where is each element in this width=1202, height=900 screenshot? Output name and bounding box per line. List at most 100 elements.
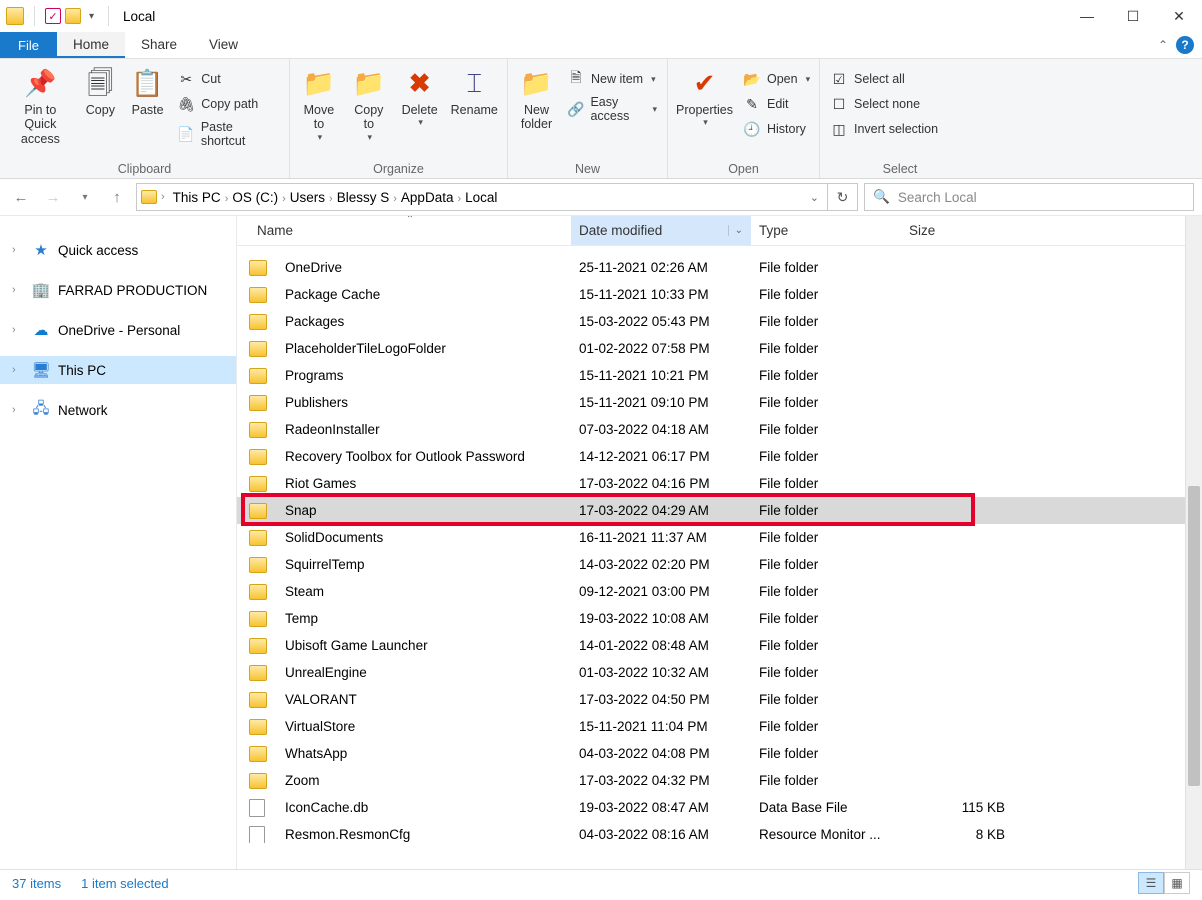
navitem-thispc[interactable]: › 🖥 This PC — [0, 356, 236, 384]
breadcrumb-segment[interactable]: This PC — [169, 190, 225, 205]
details-view-button[interactable]: ☰ — [1138, 872, 1164, 894]
copy-button[interactable]: 🗐 Copy — [79, 63, 122, 121]
copyto-button[interactable]: 📁 Copy to▾ — [346, 63, 392, 146]
view-toggle: ☰ ▦ — [1138, 872, 1190, 894]
invertselection-button[interactable]: ◫Invert selection — [826, 117, 942, 141]
tab-file[interactable]: File — [0, 32, 57, 58]
file-row[interactable]: RadeonInstaller07-03-2022 04:18 AMFile f… — [237, 416, 1202, 443]
selectnone-button[interactable]: ☐Select none — [826, 92, 942, 116]
status-bar: 37 items 1 item selected ☰ ▦ — [0, 869, 1202, 896]
tab-view[interactable]: View — [193, 32, 254, 58]
delete-icon: ✖ — [403, 67, 437, 101]
column-header-size[interactable]: Size — [901, 216, 1021, 245]
navitem-quickaccess[interactable]: › ★ Quick access — [0, 236, 236, 264]
file-row[interactable]: SolidDocuments16-11-2021 11:37 AMFile fo… — [237, 524, 1202, 551]
file-row[interactable]: OneDrive25-11-2021 02:26 AMFile folder — [237, 254, 1202, 281]
file-row[interactable]: IconCache.db19-03-2022 08:47 AMData Base… — [237, 794, 1202, 821]
expand-icon[interactable]: › — [12, 404, 24, 416]
pasteshortcut-button[interactable]: 📄Paste shortcut — [173, 117, 283, 151]
file-name: Resmon.ResmonCfg — [285, 827, 571, 842]
tab-share[interactable]: Share — [125, 32, 193, 58]
column-header-type[interactable]: Type — [751, 216, 901, 245]
chevron-down-icon[interactable]: ⌄ — [728, 225, 743, 236]
file-date: 15-03-2022 05:43 PM — [571, 314, 751, 329]
folder-icon — [249, 368, 267, 384]
tab-home[interactable]: Home — [57, 32, 125, 58]
file-row[interactable]: Resmon.ResmonCfg04-03-2022 08:16 AMResou… — [237, 821, 1202, 843]
file-row[interactable]: UnrealEngine01-03-2022 10:32 AMFile fold… — [237, 659, 1202, 686]
address-dropdown-icon[interactable]: ⌄ — [802, 191, 827, 204]
refresh-button[interactable]: ↻ — [828, 183, 858, 211]
nav-back-button[interactable]: ← — [8, 184, 34, 210]
file-row[interactable]: Zoom17-03-2022 04:32 PMFile folder — [237, 767, 1202, 794]
file-row[interactable]: Programs15-11-2021 10:21 PMFile folder — [237, 362, 1202, 389]
file-type: File folder — [751, 557, 901, 572]
breadcrumb-segment[interactable]: OS (C:) — [228, 190, 282, 205]
file-date: 04-03-2022 04:08 PM — [571, 746, 751, 761]
file-row[interactable]: VirtualStore15-11-2021 11:04 PMFile fold… — [237, 713, 1202, 740]
ribbon-collapse-icon[interactable]: ⌃ — [1158, 38, 1168, 52]
navitem-onedrive[interactable]: › ☁ OneDrive - Personal — [0, 316, 236, 344]
file-row[interactable]: Recovery Toolbox for Outlook Password14-… — [237, 443, 1202, 470]
pin-quickaccess-button[interactable]: 📌 Pin to Quick access — [6, 63, 75, 150]
address-bar[interactable]: › This PC›OS (C:)›Users›Blessy S›AppData… — [136, 183, 828, 211]
nav-recent-button[interactable]: ▾ — [72, 184, 98, 210]
file-row[interactable]: Temp19-03-2022 10:08 AMFile folder — [237, 605, 1202, 632]
nav-up-button[interactable]: ↑ — [104, 184, 130, 210]
open-button[interactable]: 📂Open▾ — [739, 67, 814, 91]
vertical-scrollbar[interactable] — [1185, 216, 1202, 869]
column-header-name[interactable]: Name ⌃ — [249, 216, 571, 245]
cut-button[interactable]: ✂Cut — [173, 67, 283, 91]
history-button[interactable]: 🕘History — [739, 117, 814, 141]
expand-icon[interactable]: › — [12, 364, 24, 376]
nav-forward-button[interactable]: → — [40, 184, 66, 210]
file-row[interactable]: SquirrelTemp14-03-2022 02:20 PMFile fold… — [237, 551, 1202, 578]
expand-icon[interactable]: › — [12, 284, 24, 296]
navitem-farrad[interactable]: › 🏢 FARRAD PRODUCTION — [0, 276, 236, 304]
file-row[interactable]: Package Cache15-11-2021 10:33 PMFile fol… — [237, 281, 1202, 308]
file-row[interactable]: WhatsApp04-03-2022 04:08 PMFile folder — [237, 740, 1202, 767]
newfolder-button[interactable]: 📁 New folder — [514, 63, 559, 136]
qat-properties-icon[interactable]: ✓ — [45, 8, 61, 24]
properties-button[interactable]: ✔ Properties▾ — [674, 63, 735, 132]
easyaccess-icon: 🔗 — [567, 100, 584, 118]
file-row[interactable]: Steam09-12-2021 03:00 PMFile folder — [237, 578, 1202, 605]
navitem-network[interactable]: › 🖧 Network — [0, 396, 236, 424]
expand-icon[interactable]: › — [12, 244, 24, 256]
close-button[interactable]: ✕ — [1156, 0, 1202, 32]
file-row[interactable]: VALORANT17-03-2022 04:50 PMFile folder — [237, 686, 1202, 713]
maximize-button[interactable]: ☐ — [1110, 0, 1156, 32]
paste-button[interactable]: 📋 Paste — [126, 63, 169, 121]
qat-customize-icon[interactable]: ▾ — [85, 11, 98, 22]
file-row[interactable]: Ubisoft Game Launcher14-01-2022 08:48 AM… — [237, 632, 1202, 659]
minimize-button[interactable]: ― — [1064, 0, 1110, 32]
open-icon: 📂 — [743, 70, 761, 88]
chevron-right-icon[interactable]: › — [161, 191, 165, 203]
expand-icon[interactable]: › — [12, 324, 24, 336]
file-row[interactable]: Riot Games17-03-2022 04:16 PMFile folder — [237, 470, 1202, 497]
column-header-date[interactable]: Date modified ⌄ — [571, 216, 751, 245]
selectall-button[interactable]: ☑Select all — [826, 67, 942, 91]
file-name: PlaceholderTileLogoFolder — [285, 341, 571, 356]
largeicons-view-button[interactable]: ▦ — [1164, 872, 1190, 894]
file-row[interactable]: Publishers15-11-2021 09:10 PMFile folder — [237, 389, 1202, 416]
delete-button[interactable]: ✖ Delete▾ — [396, 63, 444, 132]
file-row[interactable]: Packages15-03-2022 05:43 PMFile folder — [237, 308, 1202, 335]
moveto-button[interactable]: 📁 Move to▾ — [296, 63, 342, 146]
file-row-clipped[interactable] — [237, 246, 1202, 254]
breadcrumb-segment[interactable]: Local — [461, 190, 501, 205]
newitem-button[interactable]: 🗎New item▾ — [563, 67, 661, 91]
rename-button[interactable]: ⌶ Rename — [448, 63, 501, 121]
file-row[interactable]: Snap17-03-2022 04:29 AMFile folder — [237, 497, 1202, 524]
breadcrumb-segment[interactable]: Users — [286, 190, 329, 205]
search-input[interactable]: 🔍 Search Local — [864, 183, 1194, 211]
breadcrumb-segment[interactable]: AppData — [397, 190, 458, 205]
copypath-button[interactable]: 🖇Copy path — [173, 92, 283, 116]
breadcrumb-segment[interactable]: Blessy S — [333, 190, 394, 205]
edit-button[interactable]: ✎Edit — [739, 92, 814, 116]
scrollbar-thumb[interactable] — [1188, 486, 1200, 786]
easyaccess-button[interactable]: 🔗Easy access▾ — [563, 92, 661, 126]
help-icon[interactable]: ? — [1176, 36, 1194, 54]
file-row[interactable]: PlaceholderTileLogoFolder01-02-2022 07:5… — [237, 335, 1202, 362]
qat-newfolder-icon[interactable] — [65, 8, 81, 24]
